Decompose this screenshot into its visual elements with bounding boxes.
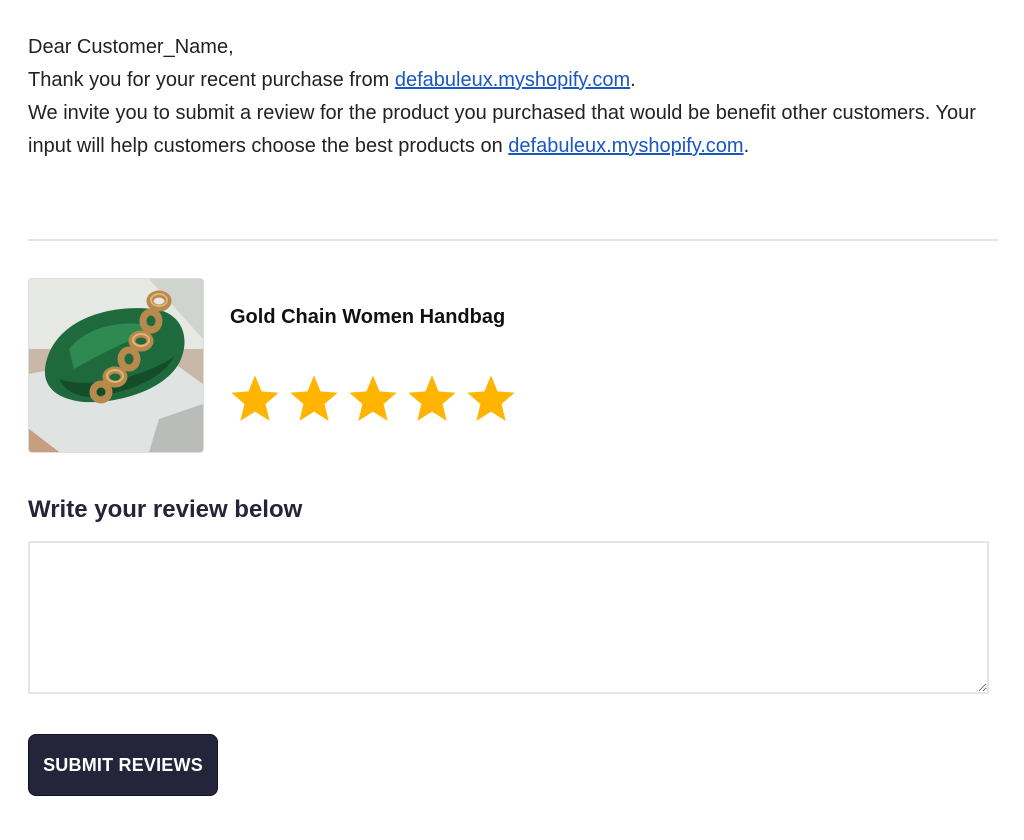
thank-you-text: Thank you for your recent purchase from [28, 69, 395, 91]
greeting-text: Dear Customer_Name, [28, 36, 234, 58]
product-image [28, 278, 204, 453]
email-message: Dear Customer_Name, Thank you for your r… [28, 31, 988, 163]
store-link-2[interactable]: defabuleux.myshopify.com [508, 135, 743, 157]
section-divider [28, 239, 998, 241]
submit-reviews-button[interactable]: SUBMIT REVIEWS [28, 734, 218, 796]
invite-paragraph: We invite you to submit a review for the… [28, 97, 988, 163]
green-handbag-photo [29, 279, 203, 452]
review-label: Write your review below [28, 496, 303, 523]
invite-period: . [743, 135, 750, 157]
star-icon[interactable] [464, 372, 518, 426]
store-link[interactable]: defabuleux.myshopify.com [395, 69, 630, 91]
star-rating[interactable] [228, 372, 518, 426]
star-icon[interactable] [405, 372, 459, 426]
star-icon[interactable] [346, 372, 400, 426]
thank-you-period: . [630, 69, 636, 91]
invite-text: We invite you to submit a review for the… [28, 102, 976, 157]
review-textarea[interactable] [28, 541, 989, 694]
star-icon[interactable] [287, 372, 341, 426]
thank-you-paragraph: Thank you for your recent purchase from … [28, 64, 988, 97]
product-name: Gold Chain Women Handbag [230, 306, 506, 328]
star-icon[interactable] [228, 372, 282, 426]
